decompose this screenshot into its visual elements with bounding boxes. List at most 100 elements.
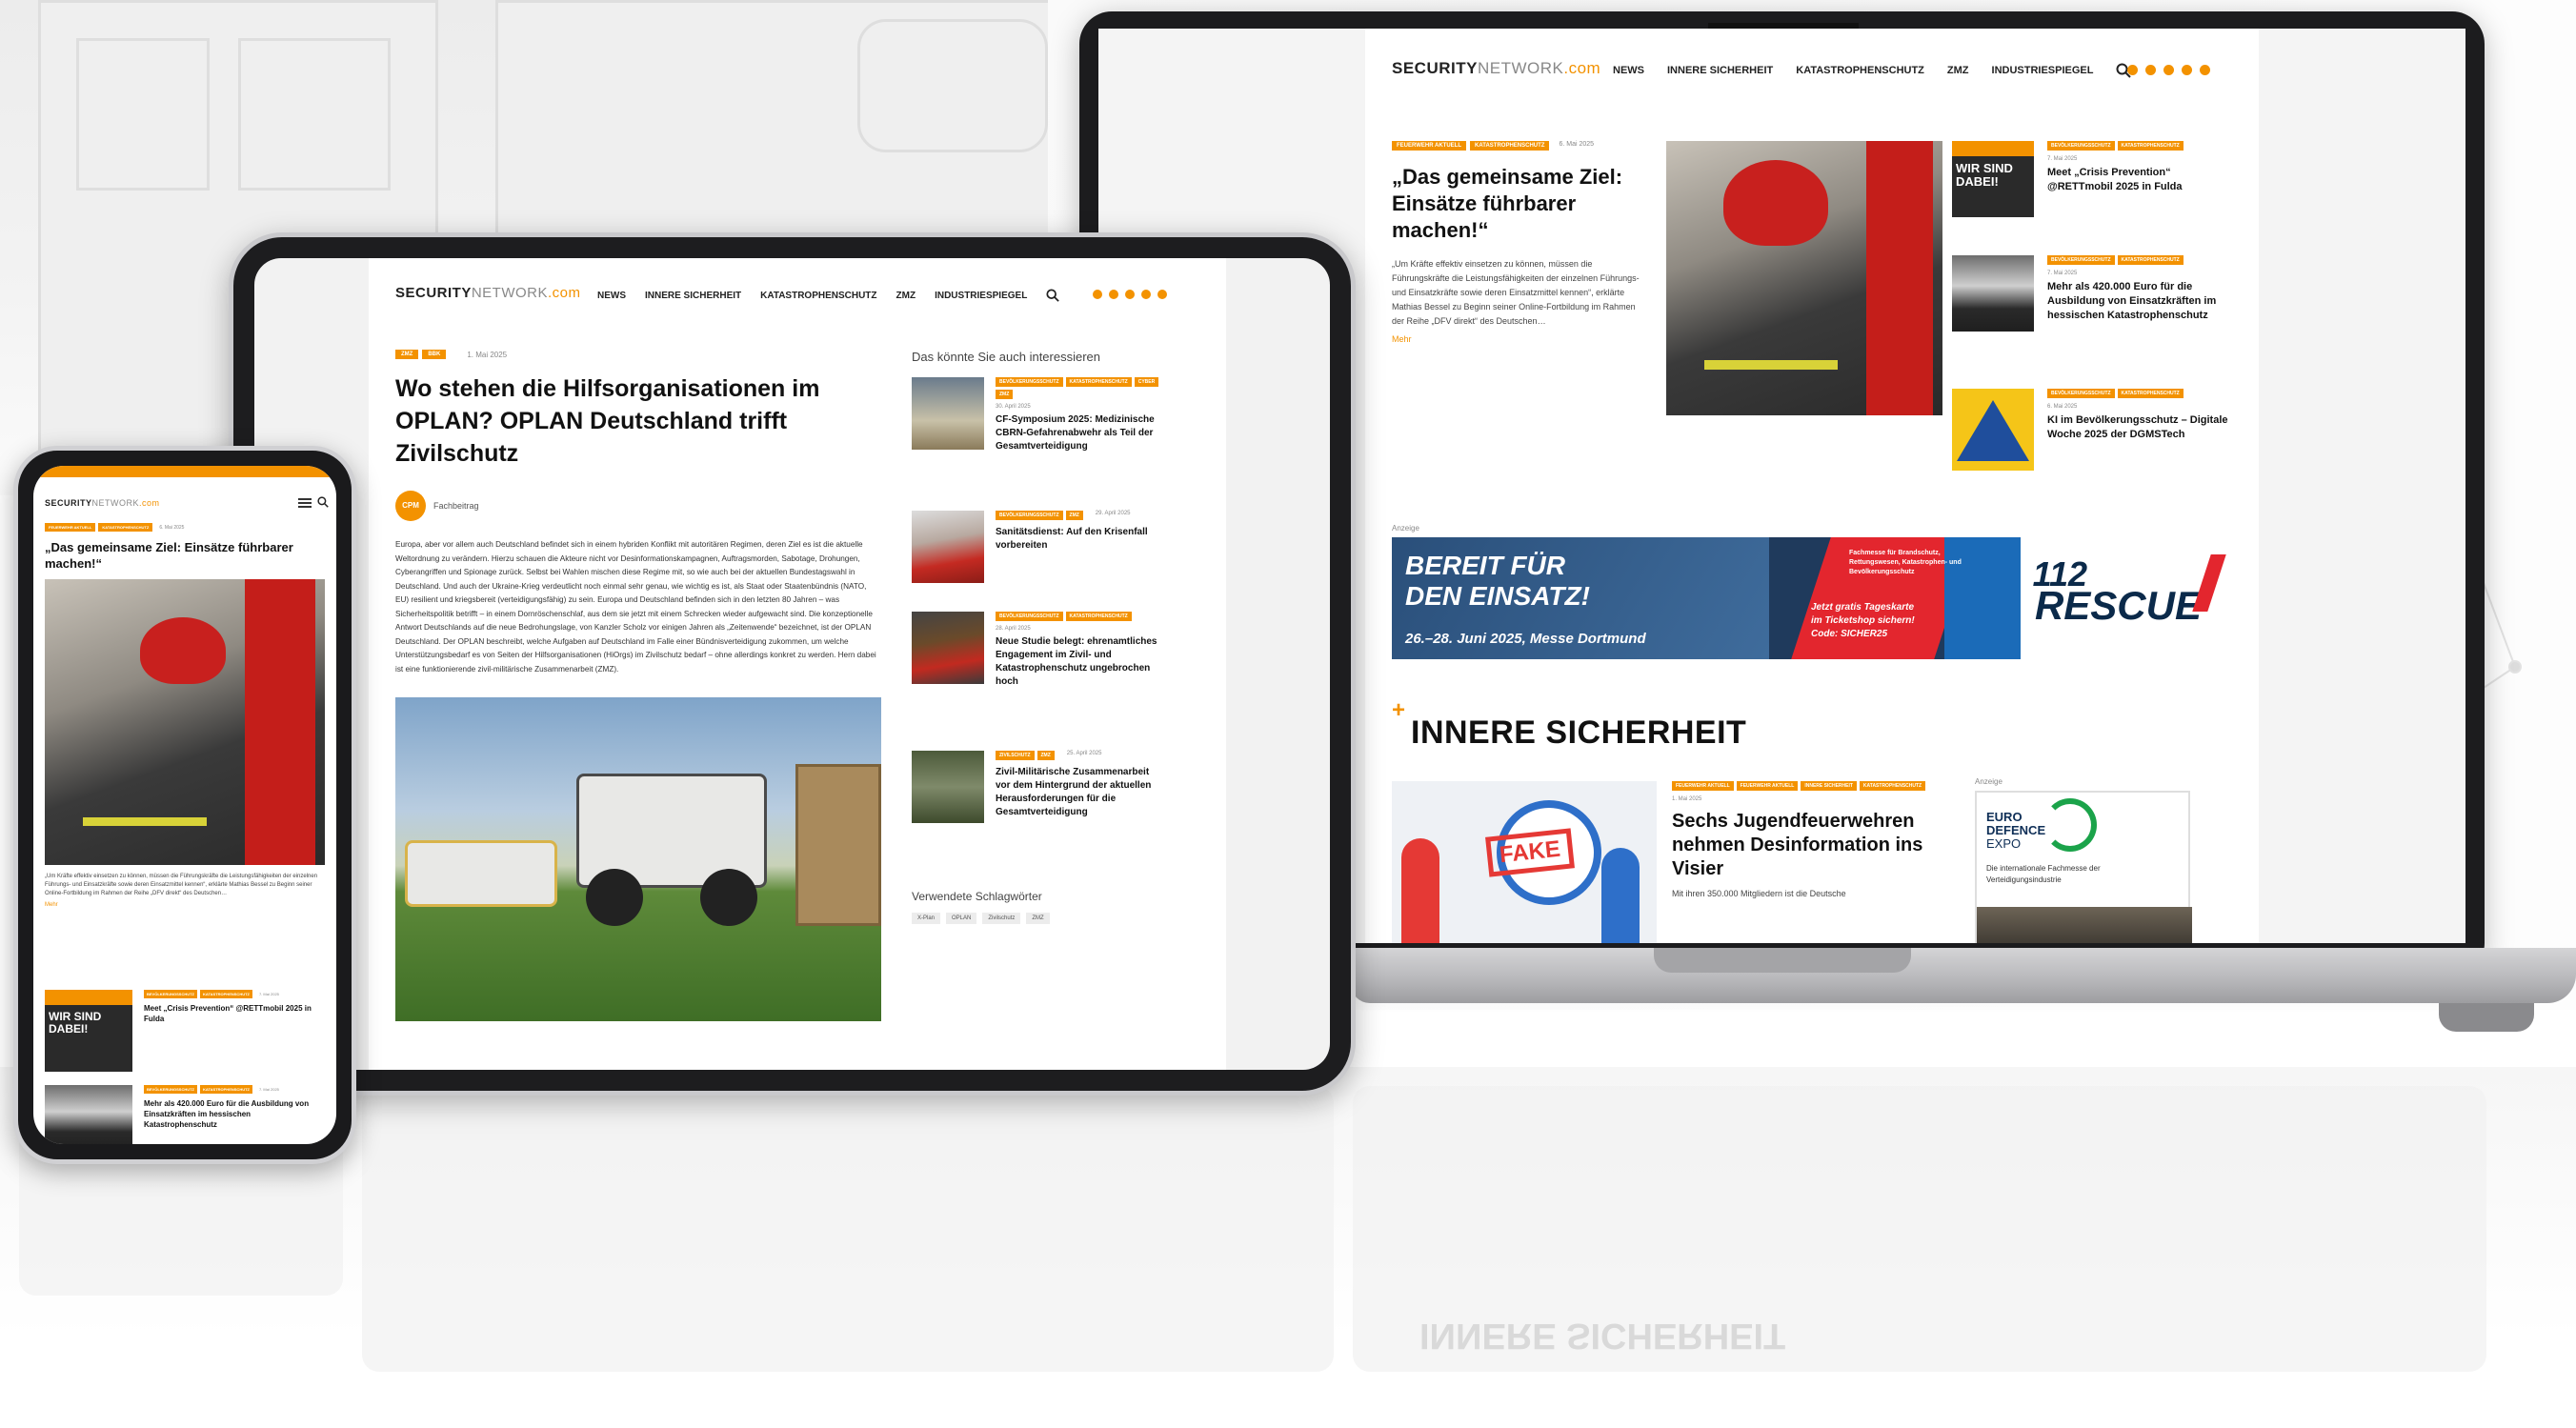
category-tag[interactable]: BEVÖLKERUNGSSCHUTZ [2047, 255, 2115, 265]
article-thumbnail[interactable] [912, 377, 984, 450]
article-title[interactable]: Meet „Crisis Prevention“ @RETTmobil 2025… [2047, 166, 2238, 194]
lead-article[interactable]: FEUERWEHR AKTUELL KATASTROPHENSCHUTZ 6. … [1392, 141, 1649, 344]
keyword-chip[interactable]: Zivilschutz [982, 913, 1021, 924]
search-icon[interactable] [317, 496, 329, 508]
keyword-chip[interactable]: ZMZ [1026, 913, 1050, 924]
category-tag[interactable]: ZMZ [1065, 511, 1083, 520]
list-item[interactable]: WIR SIND DABEI! BEVÖLKERUNGSSCHUTZ KATAS… [45, 990, 325, 1076]
category-tag[interactable]: ZMZ [395, 350, 419, 359]
article-title[interactable]: „Das gemeinsame Ziel: Einsätze führbarer… [45, 539, 325, 572]
category-tag[interactable]: ZIVILSCHUTZ [996, 751, 1035, 760]
nav-item-zmz[interactable]: ZMZ [896, 291, 916, 301]
article-title[interactable]: Mehr als 420.000 Euro für die Ausbildung… [2047, 280, 2238, 323]
article-thumbnail[interactable] [1952, 255, 2034, 332]
category-tag[interactable]: KATASTROPHENSCHUTZ [200, 1085, 252, 1094]
xing-icon[interactable] [1141, 290, 1151, 299]
list-item[interactable]: ZIVILSCHUTZ ZMZ 25. April 2025 Zivil-Mil… [912, 751, 1159, 884]
section-article[interactable]: FEUERWEHR AKTUELL FEUERWEHR AKTUELL INNE… [1672, 781, 1958, 898]
category-tag[interactable]: BEVÖLKERUNGSSCHUTZ [2047, 389, 2115, 398]
category-tag[interactable]: FEUERWEHR AKTUELL [45, 523, 96, 532]
section-article-image[interactable]: FAKE [1392, 781, 1657, 943]
category-tag[interactable]: BEVÖLKERUNGSSCHUTZ [996, 511, 1063, 520]
nav-item-katastrophenschutz[interactable]: KATASTROPHENSCHUTZ [760, 291, 876, 301]
section-title[interactable]: INNERE SICHERHEIT [1411, 714, 1746, 752]
list-item[interactable]: BEVÖLKERUNGSSCHUTZ KATASTROPHENSCHUTZ 6.… [1952, 389, 2238, 493]
nav-item-innere-sicherheit[interactable]: INNERE SICHERHEIT [645, 291, 741, 301]
lead-article-image[interactable] [1666, 141, 1942, 415]
article-thumbnail[interactable] [912, 511, 984, 583]
category-tag[interactable]: BEVÖLKERUNGSSCHUTZ [996, 612, 1063, 621]
euro-defence-expo-ad[interactable]: EURO DEFENCE EXPO Die internationale Fac… [1975, 791, 2192, 943]
article-title[interactable]: Sanitätsdienst: Auf den Krisenfall vorbe… [996, 526, 1159, 553]
article-title[interactable]: Zivil-Militärische Zusammenarbeit vor de… [996, 766, 1159, 819]
site-logo[interactable]: SECURITYNETWORK.com [395, 285, 581, 301]
article-title[interactable]: Sechs Jugendfeuerwehren nehmen Desinform… [1672, 810, 1958, 881]
keyword-chip[interactable]: X-Plan [912, 913, 941, 924]
author-avatar[interactable]: CPM [395, 491, 426, 521]
category-tag[interactable]: INNERE SICHERHEIT [1801, 781, 1857, 791]
instagram-icon[interactable] [1125, 290, 1135, 299]
nav-item-katastrophenschutz[interactable]: KATASTROPHENSCHUTZ [1796, 65, 1924, 76]
category-tag[interactable]: ZMZ [1036, 751, 1055, 760]
instagram-icon[interactable] [2163, 65, 2174, 75]
site-logo[interactable]: SECURITYNETWORK.com [1392, 59, 1600, 78]
category-tag[interactable]: CYBER [1134, 377, 1159, 387]
article-title[interactable]: Meet „Crisis Prevention“ @RETTmobil 2025… [144, 1003, 325, 1024]
article-thumbnail[interactable]: WIR SIND DABEI! [45, 990, 132, 1072]
site-logo[interactable]: SECURITYNETWORK.com [45, 498, 160, 508]
hamburger-menu-icon[interactable] [298, 498, 312, 508]
facebook-icon[interactable] [1109, 290, 1118, 299]
category-tag[interactable]: KATASTROPHENSCHUTZ [1065, 612, 1132, 621]
keyword-chip[interactable]: OPLAN [946, 913, 977, 924]
category-tag[interactable]: KATASTROPHENSCHUTZ [2117, 141, 2184, 151]
article-thumbnail[interactable] [912, 612, 984, 684]
category-tag[interactable]: KATASTROPHENSCHUTZ [1859, 781, 1926, 791]
category-tag[interactable]: BEVÖLKERUNGSSCHUTZ [144, 1085, 198, 1094]
category-tag[interactable]: BEVÖLKERUNGSSCHUTZ [2047, 141, 2115, 151]
category-tag[interactable]: BBK [422, 350, 447, 359]
category-tag[interactable]: FEUERWEHR AKTUELL [1736, 781, 1799, 791]
rescue-ad-banner[interactable]: BEREIT FÜR DEN EINSATZ! 26.–28. Juni 202… [1392, 537, 2230, 659]
article-title[interactable]: KI im Bevölkerungsschutz – Digitale Woch… [2047, 413, 2238, 442]
article-title[interactable]: „Das gemeinsame Ziel: Einsätze führbarer… [1392, 164, 1649, 244]
article-title[interactable]: CF-Symposium 2025: Medizinische CBRN-Gef… [996, 413, 1159, 453]
list-item[interactable]: BEVÖLKERUNGSSCHUTZ KATASTROPHENSCHUTZ 28… [912, 612, 1159, 751]
rss-icon[interactable] [1157, 290, 1167, 299]
nav-item-innere-sicherheit[interactable]: INNERE SICHERHEIT [1667, 65, 1773, 76]
list-item[interactable]: BEVÖLKERUNGSSCHUTZ KATASTROPHENSCHUTZ 7.… [1952, 255, 2238, 389]
category-tag[interactable]: FEUERWEHR AKTUELL [1392, 141, 1466, 151]
read-more-link[interactable]: Mehr [1392, 334, 1649, 344]
author-name[interactable]: Fachbeitrag [433, 501, 479, 511]
list-item[interactable]: BEVÖLKERUNGSSCHUTZ ZMZ 29. April 2025 Sa… [912, 511, 1159, 612]
list-item[interactable]: WIR SIND DABEI! BEVÖLKERUNGSSCHUTZ KATAS… [1952, 141, 2238, 255]
lead-article[interactable]: FEUERWEHR AKTUELL KATASTROPHENSCHUTZ 6. … [45, 523, 325, 908]
category-tag[interactable]: BEVÖLKERUNGSSCHUTZ [996, 377, 1063, 387]
facebook-icon[interactable] [2145, 65, 2156, 75]
article-thumbnail[interactable] [1952, 389, 2034, 471]
list-item[interactable]: BEVÖLKERUNGSSCHUTZ KATASTROPHENSCHUTZ CY… [912, 377, 1159, 511]
list-item[interactable]: BEVÖLKERUNGSSCHUTZ KATASTROPHENSCHUTZ 7.… [45, 1085, 325, 1144]
category-tag[interactable]: FEUERWEHR AKTUELL [1672, 781, 1734, 791]
search-icon[interactable] [1046, 289, 1060, 302]
nav-item-news[interactable]: NEWS [1613, 65, 1644, 76]
article-title[interactable]: Neue Studie belegt: ehrenamtliches Engag… [996, 635, 1159, 689]
rss-icon[interactable] [2200, 65, 2210, 75]
linkedin-icon[interactable] [2127, 65, 2138, 75]
linkedin-icon[interactable] [1093, 290, 1102, 299]
article-thumbnail[interactable] [912, 751, 984, 823]
xing-icon[interactable] [2182, 65, 2192, 75]
nav-item-industriespiegel[interactable]: INDUSTRIESPIEGEL [935, 291, 1027, 301]
nav-item-industriespiegel[interactable]: INDUSTRIESPIEGEL [1992, 65, 2094, 76]
lead-article-image[interactable] [45, 579, 325, 865]
nav-item-news[interactable]: NEWS [597, 291, 626, 301]
article-thumbnail[interactable]: WIR SIND DABEI! [1952, 141, 2034, 217]
category-tag[interactable]: KATASTROPHENSCHUTZ [1065, 377, 1132, 387]
article-image[interactable] [395, 697, 881, 1021]
read-more-link[interactable]: Mehr [45, 902, 325, 908]
category-tag[interactable]: KATASTROPHENSCHUTZ [200, 990, 252, 998]
category-tag[interactable]: BEVÖLKERUNGSSCHUTZ [144, 990, 198, 998]
article-thumbnail[interactable] [45, 1085, 132, 1144]
category-tag[interactable]: KATASTROPHENSCHUTZ [98, 523, 153, 532]
nav-item-zmz[interactable]: ZMZ [1947, 65, 1969, 76]
category-tag[interactable]: ZMZ [996, 390, 1014, 399]
